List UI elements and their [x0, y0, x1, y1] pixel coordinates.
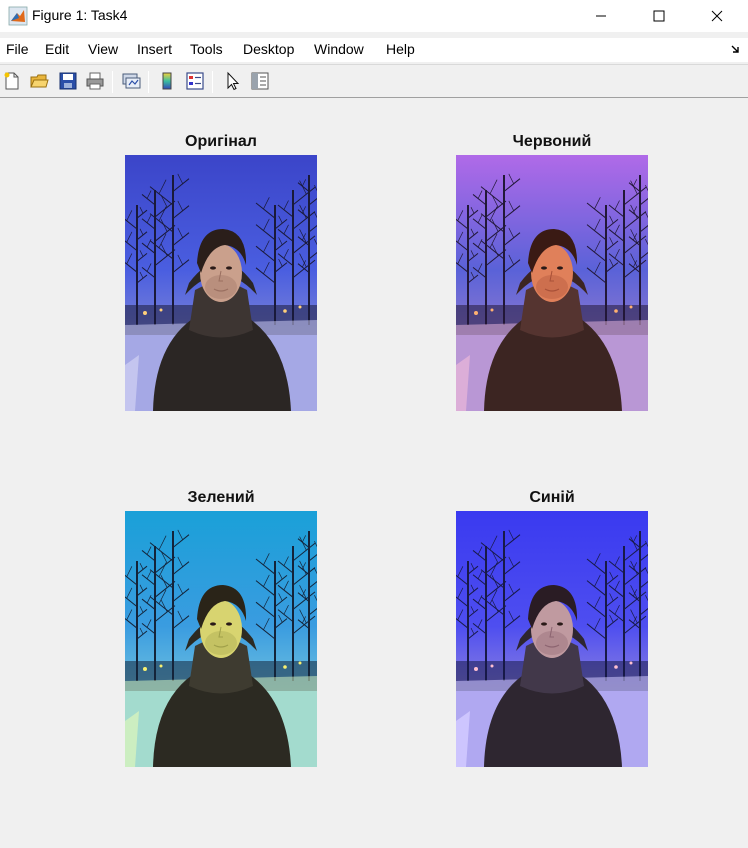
toolbar-separator: [212, 71, 213, 93]
property-inspector-icon: [251, 72, 269, 90]
dock-arrow-icon[interactable]: [730, 42, 742, 54]
toolbar-separator: [148, 71, 149, 93]
menu-insert[interactable]: Insert: [137, 41, 172, 57]
minimize-button[interactable]: [572, 0, 630, 32]
link-plot-button[interactable]: [119, 69, 143, 93]
menu-tools[interactable]: Tools: [190, 41, 223, 57]
menu-window[interactable]: Window: [314, 41, 364, 57]
image-green[interactable]: [125, 511, 317, 767]
minimize-icon: [596, 15, 606, 17]
toolbar-separator: [112, 71, 113, 93]
subplot-title-original: Оригінал: [185, 133, 257, 150]
image-red[interactable]: [456, 155, 648, 411]
new-figure-icon: [4, 72, 19, 90]
maximize-icon: [653, 10, 665, 22]
menu-bar: File Edit View Insert Tools Desktop Wind…: [0, 38, 748, 62]
colorbar-icon: [162, 72, 172, 90]
subplot-title-green: Зелений: [187, 489, 255, 506]
edit-plot-button[interactable]: [220, 69, 244, 93]
legend-button[interactable]: [183, 69, 207, 93]
print-icon: [86, 72, 104, 90]
property-inspector-button[interactable]: [248, 69, 272, 93]
edit-plot-icon: [227, 71, 240, 91]
open-file-button[interactable]: [27, 69, 51, 93]
new-figure-button[interactable]: [0, 69, 24, 93]
image-original[interactable]: [125, 155, 317, 411]
save-icon: [59, 72, 77, 90]
close-icon: [711, 10, 723, 22]
legend-icon: [186, 72, 204, 90]
save-button[interactable]: [56, 69, 80, 93]
subplot-title-red: Червоний: [512, 133, 592, 150]
title-bar: Figure 1: Task4: [0, 0, 748, 32]
subplot-title-blue: Синій: [529, 489, 575, 506]
window-title: Figure 1: Task4: [32, 7, 128, 23]
toolbar: [0, 64, 748, 98]
close-button[interactable]: [688, 0, 746, 32]
menu-desktop[interactable]: Desktop: [243, 41, 294, 57]
image-blue[interactable]: [456, 511, 648, 767]
link-plot-icon: [122, 73, 141, 89]
matlab-icon: [8, 6, 28, 26]
menu-view[interactable]: View: [88, 41, 118, 57]
open-file-icon: [30, 74, 49, 88]
menu-file[interactable]: File: [6, 41, 29, 57]
menu-help[interactable]: Help: [386, 41, 415, 57]
colorbar-button[interactable]: [155, 69, 179, 93]
print-button[interactable]: [83, 69, 107, 93]
menu-edit[interactable]: Edit: [45, 41, 69, 57]
maximize-button[interactable]: [630, 0, 688, 32]
